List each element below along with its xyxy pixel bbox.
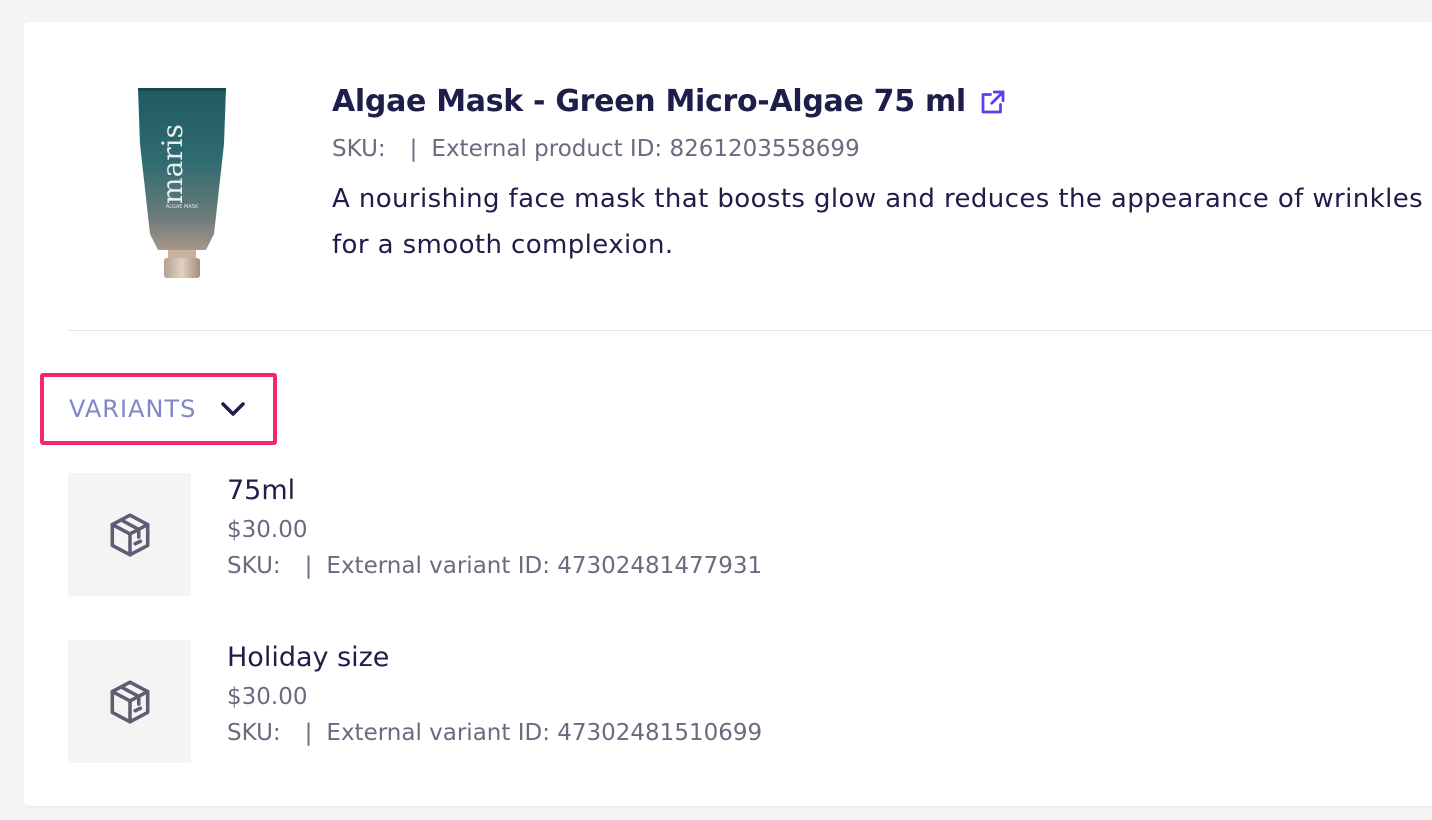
variant-sku-label: SKU: (227, 720, 281, 746)
variant-meta: SKU: | External variant ID: 47302481510699 (227, 720, 762, 746)
variant-external-id: External variant ID: 47302481510699 (326, 720, 763, 746)
variants-toggle[interactable]: VARIANTS (40, 373, 277, 445)
image-caption-text: ALGAE MASK (166, 204, 199, 210)
meta-separator: | (409, 136, 418, 162)
external-link-icon[interactable] (978, 87, 1008, 117)
product-card: maris ALGAE MASK Algae Mask - Green Micr… (24, 22, 1432, 806)
product-external-id: External product ID: 8261203558699 (431, 136, 860, 162)
package-box-icon (110, 679, 149, 724)
product-title: Algae Mask - Green Micro-Algae 75 ml (332, 84, 966, 119)
variant-price: $30.00 (227, 684, 308, 710)
meta-separator: | (304, 553, 313, 579)
variant-price: $30.00 (227, 517, 308, 543)
image-brand-text: maris (156, 124, 189, 204)
variants-label: VARIANTS (69, 395, 197, 423)
variant-meta: SKU: | External variant ID: 47302481477931 (227, 553, 762, 579)
variant-external-id: External variant ID: 47302481477931 (326, 553, 763, 579)
section-divider (68, 330, 1432, 331)
product-description: A nourishing face mask that boosts glow … (332, 184, 1424, 260)
product-title-row: Algae Mask - Green Micro-Algae 75 ml (332, 84, 1008, 119)
package-box-icon (110, 512, 149, 557)
variant-name: 75ml (227, 475, 296, 506)
product-image: maris ALGAE MASK (138, 88, 226, 278)
variant-sku-label: SKU: (227, 553, 281, 579)
variant-thumbnail (68, 640, 191, 763)
variant-thumbnail (68, 473, 191, 596)
chevron-down-icon (221, 402, 246, 416)
variant-name: Holiday size (227, 642, 390, 673)
product-sku-label: SKU: (332, 136, 386, 162)
product-meta: SKU: | External product ID: 8261203558699 (332, 136, 860, 162)
meta-separator: | (304, 720, 313, 746)
